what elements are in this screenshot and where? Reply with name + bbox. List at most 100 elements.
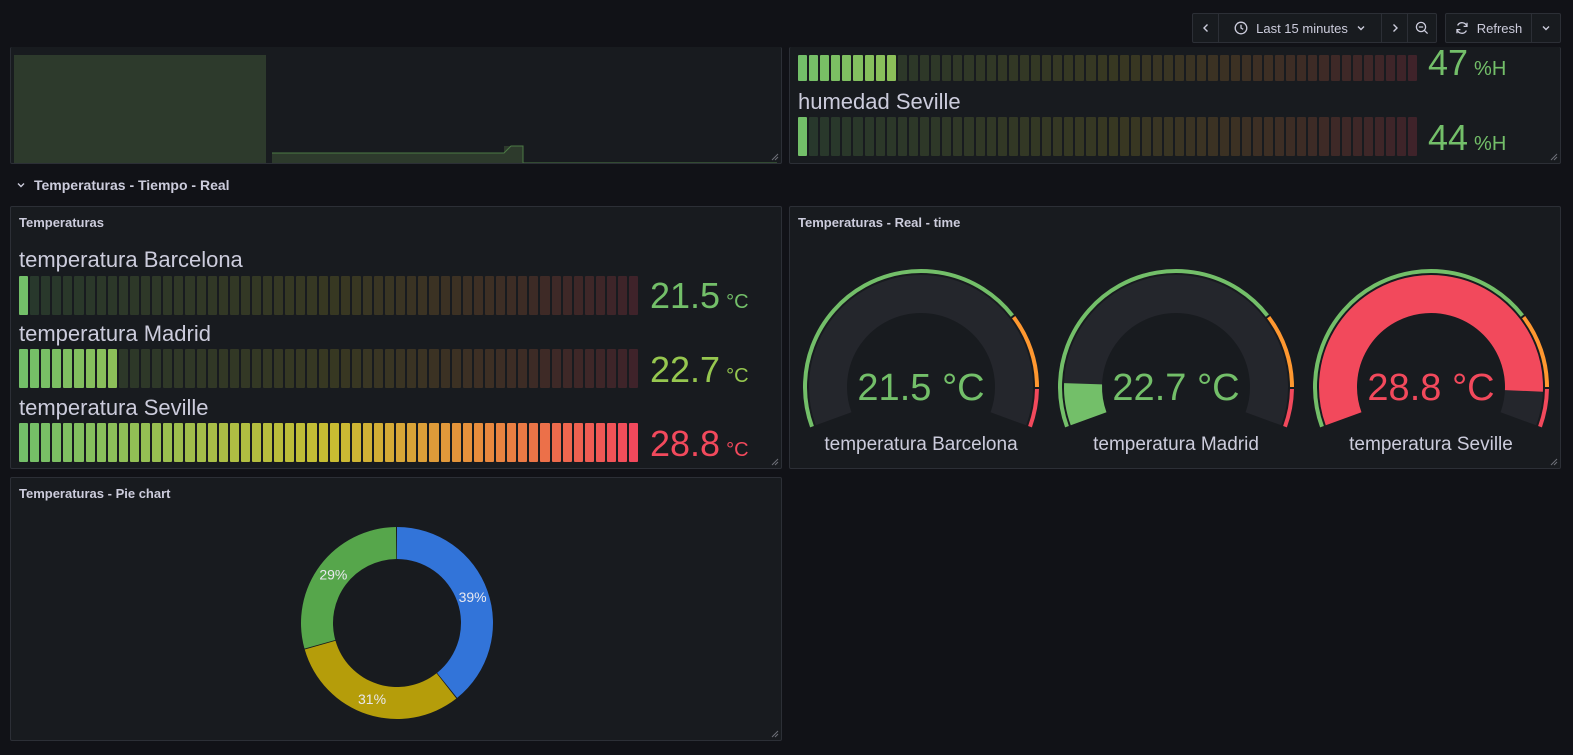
temperature-label: temperatura Madrid	[19, 321, 211, 346]
bar-gauge-cell	[618, 423, 628, 462]
bar-gauge-cell	[1053, 117, 1063, 156]
bar-gauge-cell	[1374, 117, 1384, 156]
row-header[interactable]: Temperaturas - Tiempo - Real	[16, 177, 230, 193]
zoom-out-button[interactable]	[1408, 14, 1436, 42]
time-back-button[interactable]	[1193, 14, 1219, 42]
bar-gauge-cell	[1352, 55, 1362, 81]
bar-gauge-cell	[1275, 117, 1285, 156]
resize-handle-icon[interactable]	[1550, 458, 1558, 466]
bar-gauge-cell	[618, 276, 628, 315]
bar-gauge-cell	[462, 423, 472, 462]
bar-gauge-cell	[1408, 55, 1418, 81]
bar-gauge-cell	[374, 276, 384, 315]
bar-gauge-cell	[920, 117, 930, 156]
gauges-svg	[803, 269, 1549, 428]
bar-gauge-cell	[1186, 55, 1196, 81]
bar-gauge-cell	[875, 55, 885, 81]
bar-gauge-cell	[240, 423, 250, 462]
bar-gauge-cell	[1352, 117, 1362, 156]
bar-gauge-cell	[886, 55, 896, 81]
bar-gauge-cell	[1319, 117, 1329, 156]
bar-gauge-cell	[1175, 55, 1185, 81]
row-title: Temperaturas - Tiempo - Real	[34, 177, 230, 193]
bar-gauge-cell	[385, 349, 395, 388]
bar-gauge-cell	[318, 349, 328, 388]
bar-gauge-cell	[831, 117, 841, 156]
bar-gauge-cell	[263, 276, 273, 315]
bar-gauge-cell	[1308, 117, 1318, 156]
resize-handle-icon[interactable]	[771, 730, 779, 738]
temperature-label: temperatura Seville	[19, 395, 209, 420]
bar-gauge-cell	[518, 349, 528, 388]
bar-gauge-cell	[1064, 117, 1074, 156]
humidity-value-number: 47	[1428, 47, 1469, 83]
time-range-button[interactable]: Last 15 minutes	[1219, 14, 1382, 42]
bar-gauge-cell	[1308, 55, 1318, 81]
bar-gauge-cell	[274, 276, 284, 315]
bar-gauge-cell	[440, 423, 450, 462]
bar-gauge-cell	[953, 55, 963, 81]
bar-gauge-cell	[1341, 55, 1351, 81]
bar-gauge-cell	[1042, 55, 1052, 81]
refresh-interval-button[interactable]	[1532, 14, 1560, 42]
bar-gauge-cell	[118, 276, 128, 315]
bar-gauge-cell	[385, 276, 395, 315]
temperatures-gauge-panel: Temperaturas - Real - time 21.5 °C 22.7 …	[789, 206, 1561, 469]
bar-gauge-cell	[1130, 55, 1140, 81]
bar-gauge-cell	[30, 423, 40, 462]
bar-gauge-cell	[451, 276, 461, 315]
pie-slice-label: 29%	[319, 567, 347, 583]
bar-gauge-cell	[374, 423, 384, 462]
bar-gauge-cell	[1042, 117, 1052, 156]
time-picker-group: Last 15 minutes	[1192, 13, 1437, 43]
bar-gauge-cell	[85, 423, 95, 462]
gauge-value: 22.7 °C	[1112, 367, 1240, 409]
bar-gauge-cell	[1363, 117, 1373, 156]
bar-gauge-cell	[584, 349, 594, 388]
bar-gauge-cell	[908, 55, 919, 81]
bar-gauge-cell	[1397, 55, 1407, 81]
gauge-label: temperatura Seville	[1349, 434, 1513, 455]
resize-handle-icon[interactable]	[1550, 153, 1558, 161]
bar-gauge-cell	[1230, 117, 1240, 156]
bar-gauge-cell	[52, 423, 62, 462]
bar-gauge-cell	[986, 55, 996, 81]
bar-gauge-cell	[74, 276, 84, 315]
resize-handle-icon[interactable]	[771, 458, 779, 466]
humidity-unit: %H	[1474, 58, 1507, 80]
bar-gauge-cell	[63, 349, 73, 388]
bar-gauge-cell	[41, 349, 51, 388]
bar-gauge-cell	[618, 349, 628, 388]
bar-gauge-cell	[174, 423, 184, 462]
temperature-unit: °C	[726, 365, 749, 387]
bar-gauge-cell	[595, 423, 605, 462]
chevron-down-icon	[1357, 26, 1365, 31]
bar-gauge-cell	[129, 349, 140, 388]
pie-slice	[301, 527, 397, 649]
bar-gauge-cell	[997, 117, 1007, 156]
bar-gauge-cell	[1164, 55, 1174, 81]
bar-gauge-cell	[1119, 117, 1129, 156]
bar-gauge-cell	[296, 349, 306, 388]
bar-gauge-cell	[429, 276, 439, 315]
bar-gauge-cell	[606, 423, 617, 462]
resize-handle-icon[interactable]	[771, 153, 779, 161]
bar-gauge-cell	[174, 349, 184, 388]
bar-gauge-cell	[251, 349, 262, 388]
bar-gauge-cell	[163, 276, 173, 315]
temperature-value: 21.5 °C	[650, 275, 749, 317]
bar-gauge-cell	[1141, 117, 1151, 156]
bar-gauge-cell	[1208, 117, 1218, 156]
bar-gauge-cell	[1175, 117, 1185, 156]
bar-gauge-cell	[1208, 55, 1218, 81]
bar-gauge-cell	[1286, 117, 1296, 156]
bar-gauge-cell	[96, 349, 106, 388]
bar-gauge-cell	[318, 423, 328, 462]
bar-gauge-cell	[518, 423, 528, 462]
gauge-value: 28.8 °C	[1367, 367, 1495, 409]
bar-gauge-cell	[908, 117, 919, 156]
refresh-button[interactable]: Refresh	[1446, 14, 1532, 42]
bar-gauge-cell	[1286, 55, 1296, 81]
time-forward-button[interactable]	[1382, 14, 1408, 42]
bar-gauge-cell	[362, 423, 372, 462]
